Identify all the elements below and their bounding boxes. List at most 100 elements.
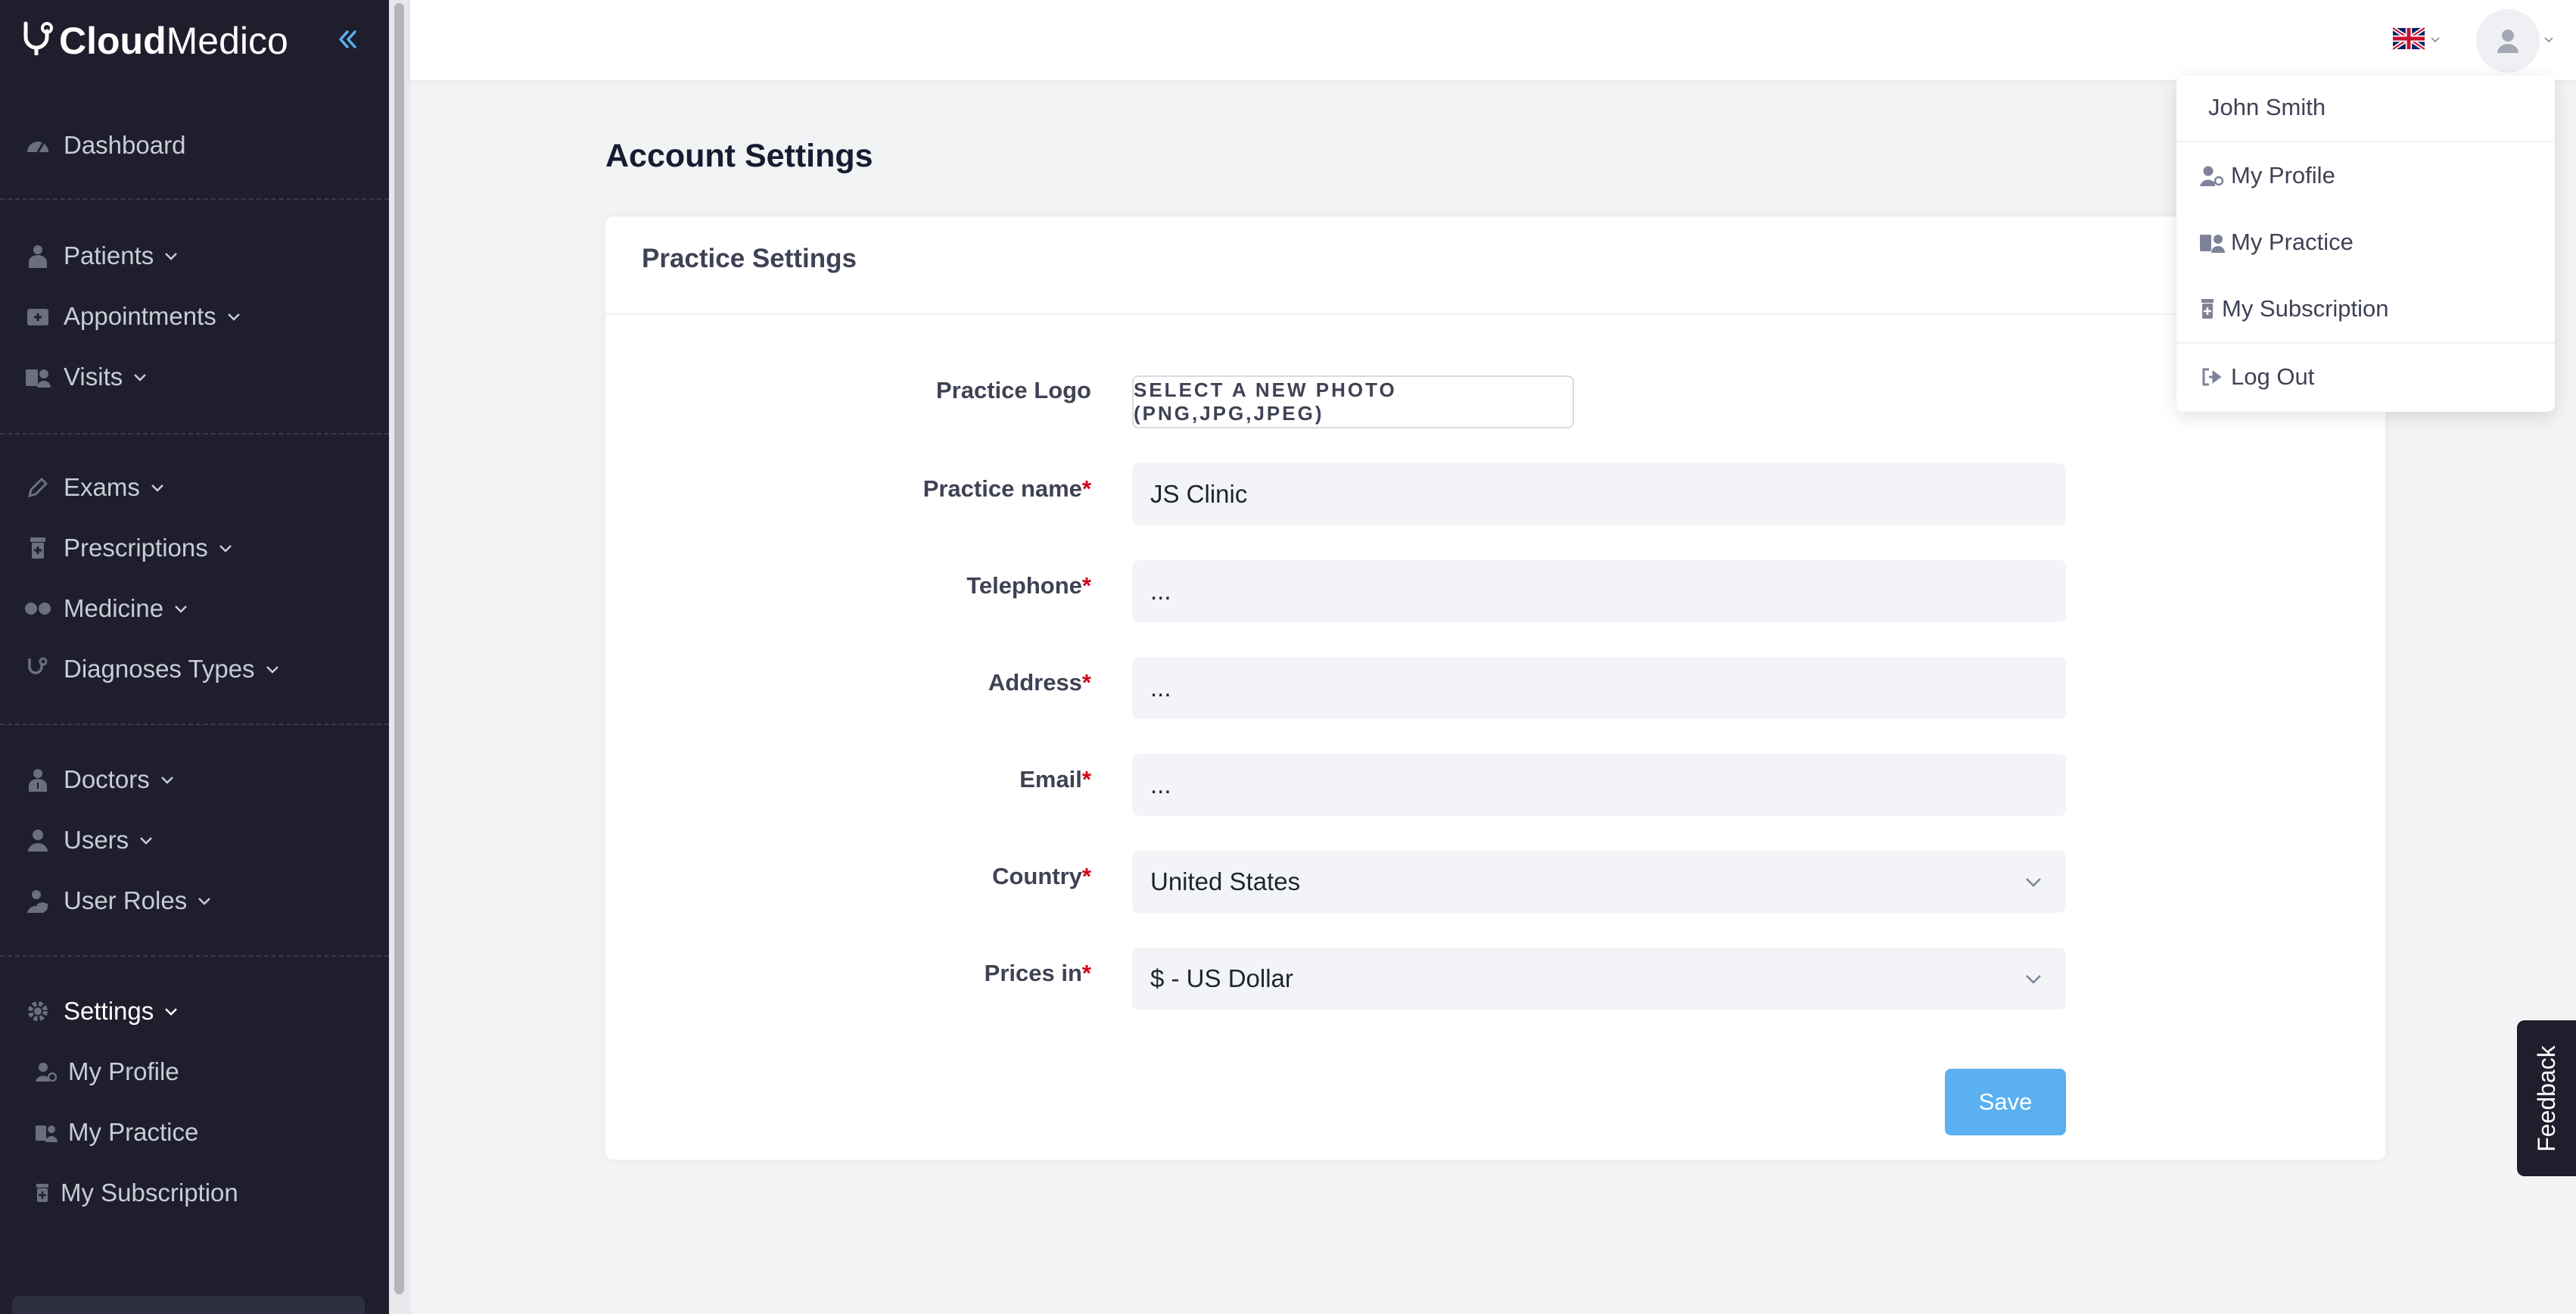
sidebar-subitem-label: My Practice	[68, 1118, 199, 1146]
sidebar: Cloud Medico Dashboard Patients Appointme…	[0, 0, 389, 1314]
sidebar-item-prescriptions[interactable]: Prescriptions	[24, 527, 234, 569]
scrollbar-thumb[interactable]	[394, 3, 404, 1294]
input-value: ...	[1150, 771, 1171, 799]
required-mark: *	[1081, 669, 1091, 696]
input-value: ...	[1150, 577, 1171, 605]
sidebar-scrollbar[interactable]	[389, 0, 410, 1314]
doctor-icon	[24, 766, 51, 793]
sidebar-item-exams[interactable]: Exams	[24, 466, 166, 509]
sidebar-item-visits[interactable]: Visits	[24, 356, 148, 398]
sidebar-item-label: Patients	[64, 241, 154, 269]
sidebar-item-settings[interactable]: Settings	[24, 990, 179, 1032]
sidebar-item-label: Dashboard	[64, 131, 186, 159]
dropdown-item-label: My Practice	[2231, 229, 2354, 255]
sidebar-divider	[0, 955, 389, 957]
label-text: Prices in	[984, 960, 1082, 986]
user-gear-icon	[2199, 164, 2225, 187]
prices-in-label: Prices in*	[985, 960, 1091, 987]
chevron-down-icon	[266, 666, 278, 674]
brand-name-bold: Cloud	[59, 20, 166, 62]
chevron-down-icon	[198, 898, 211, 905]
sidebar-subitem-my-profile[interactable]: My Profile	[35, 1051, 179, 1093]
chevron-down-icon	[165, 1008, 178, 1016]
sidebar-subitem-label: My Subscription	[61, 1179, 238, 1207]
user-icon	[24, 827, 51, 854]
dropdown-item-log-out[interactable]: Log Out	[2199, 363, 2314, 391]
sidebar-subitem-label: My Profile	[68, 1057, 179, 1085]
uk-flag-icon[interactable]	[2393, 27, 2425, 50]
country-select[interactable]: United States	[1132, 851, 2066, 913]
sidebar-item-label: Users	[64, 826, 129, 854]
required-mark: *	[1081, 475, 1091, 502]
brand-name-light: Medico	[166, 20, 288, 62]
required-mark: *	[1081, 766, 1091, 792]
chevron-down-icon	[140, 837, 153, 845]
practice-icon	[35, 1121, 58, 1144]
save-button[interactable]: Save	[1945, 1069, 2066, 1135]
sidebar-item-label: User Roles	[64, 886, 188, 914]
pencil-icon	[24, 474, 51, 501]
card-header: Practice Settings	[605, 216, 2385, 315]
user-menu-chevron-down-icon[interactable]	[2543, 33, 2555, 45]
select-value: United States	[1150, 867, 1301, 895]
chevron-down-icon	[160, 777, 173, 784]
dropdown-item-my-profile[interactable]: My Profile	[2199, 162, 2335, 189]
sidebar-footer-button[interactable]	[12, 1296, 365, 1314]
patient-icon	[24, 242, 51, 269]
dropdown-item-my-practice[interactable]: My Practice	[2199, 229, 2354, 256]
sidebar-item-medicine[interactable]: Medicine	[24, 587, 189, 630]
stethoscope-icon	[24, 655, 51, 683]
sidebar-item-users[interactable]: Users	[24, 819, 154, 861]
language-chevron-down-icon[interactable]	[2429, 33, 2441, 45]
chevron-down-icon	[227, 313, 240, 321]
email-input[interactable]: ...	[1132, 754, 2066, 816]
label-text: Address	[988, 669, 1082, 696]
brand-logo[interactable]: Cloud Medico	[21, 17, 288, 65]
address-input[interactable]: ...	[1132, 657, 2066, 719]
sidebar-item-doctors[interactable]: Doctors	[24, 758, 176, 801]
practice-name-input[interactable]: JS Clinic	[1132, 463, 2066, 525]
page-title: Account Settings	[605, 138, 873, 174]
visits-icon	[24, 363, 51, 391]
dropdown-divider	[2176, 342, 2555, 344]
user-avatar-button[interactable]	[2476, 9, 2540, 73]
sidebar-item-user-roles[interactable]: User Roles	[24, 880, 213, 922]
sidebar-item-dashboard[interactable]: Dashboard	[24, 124, 185, 167]
sidebar-item-appointments[interactable]: Appointments	[24, 295, 242, 338]
sidebar-divider	[0, 724, 389, 725]
dropdown-item-my-subscription[interactable]: My Subscription	[2199, 295, 2389, 322]
sidebar-subitem-my-subscription[interactable]: My Subscription	[35, 1172, 238, 1214]
select-photo-button[interactable]: SELECT A NEW PHOTO (PNG,JPG,JPEG)	[1132, 375, 1574, 428]
sidebar-item-label: Appointments	[64, 302, 216, 330]
telephone-input[interactable]: ...	[1132, 560, 2066, 622]
prices-in-select[interactable]: $ - US Dollar	[1132, 948, 2066, 1010]
chevron-down-icon	[219, 545, 232, 553]
label-text: Country	[992, 863, 1082, 889]
calendar-plus-icon	[24, 303, 51, 330]
practice-name-label: Practice name*	[923, 475, 1091, 503]
dropdown-item-label: Log Out	[2231, 363, 2315, 390]
required-mark: *	[1081, 572, 1091, 599]
sidebar-item-diagnoses-types[interactable]: Diagnoses Types	[24, 648, 281, 690]
card-title: Practice Settings	[642, 244, 857, 273]
label-text: Email	[1019, 766, 1082, 792]
logout-icon	[2199, 366, 2225, 388]
user-shield-icon	[24, 887, 51, 914]
sidebar-divider	[0, 433, 389, 434]
label-text: Practice Logo	[936, 377, 1091, 403]
label-text: Practice name	[922, 475, 1082, 502]
user-dropdown-menu: John Smith My Profile My Practice My Sub…	[2176, 76, 2555, 412]
sidebar-item-patients[interactable]: Patients	[24, 235, 179, 277]
dropdown-divider	[2176, 141, 2555, 142]
gear-icon	[24, 998, 51, 1025]
collapse-sidebar-button[interactable]	[330, 23, 363, 56]
subscription-icon	[35, 1182, 50, 1204]
country-label: Country*	[992, 863, 1091, 890]
feedback-tab[interactable]: Feedback	[2517, 1020, 2576, 1176]
sidebar-subitem-my-practice[interactable]: My Practice	[35, 1111, 198, 1154]
chevron-down-icon	[175, 606, 187, 613]
practice-icon	[2199, 231, 2225, 254]
telephone-label: Telephone*	[966, 572, 1091, 599]
sidebar-item-label: Visits	[64, 363, 123, 391]
dropdown-item-label: My Profile	[2231, 162, 2335, 188]
